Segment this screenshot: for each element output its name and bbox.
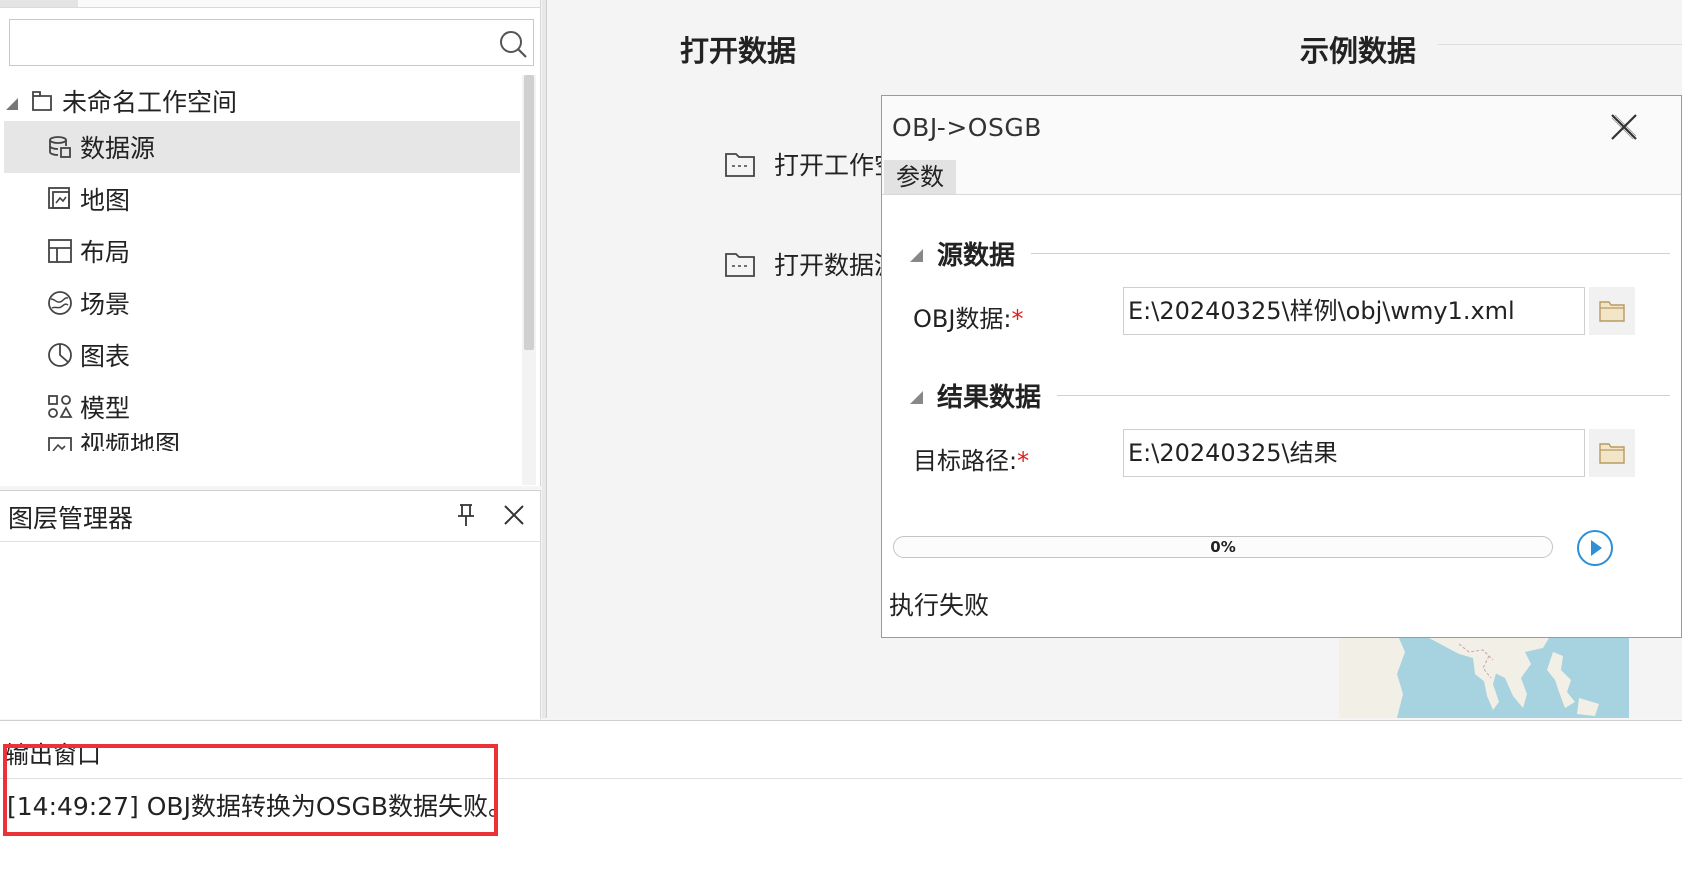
required-mark: * <box>1017 447 1030 475</box>
folder-icon <box>725 153 755 177</box>
tree-item-datasource[interactable]: 数据源 <box>4 121 520 173</box>
workspace-tab[interactable] <box>0 0 78 7</box>
map-icon <box>48 187 70 209</box>
panel-splitter[interactable] <box>542 0 547 718</box>
workspace-search-box <box>9 19 534 66</box>
progress-bar: 0% <box>893 536 1553 558</box>
sample-data-heading: 示例数据 <box>1300 34 1417 68</box>
expand-triangle-icon[interactable] <box>6 98 18 110</box>
open-datasource-link[interactable]: 打开数据源 <box>724 246 899 282</box>
model-icon <box>48 395 73 418</box>
dialog-titlebar[interactable]: OBJ->OSGB <box>882 96 1681 160</box>
tree-item-scene[interactable]: 场景 <box>4 277 520 329</box>
divider <box>0 541 540 542</box>
collapse-triangle-icon[interactable] <box>910 248 923 262</box>
tree-item-label: 地图 <box>80 186 131 215</box>
workspace-tab-strip <box>0 0 540 8</box>
folder-open-icon <box>1599 443 1625 464</box>
tree-root-workspace[interactable]: 未命名工作空间 <box>0 75 522 127</box>
close-icon[interactable] <box>502 503 526 527</box>
output-window-title: 输出窗口 <box>5 741 101 769</box>
target-path-input[interactable]: E:\20240325\结果 <box>1123 429 1585 477</box>
tree-item-video-map[interactable]: 视频地图 <box>4 433 520 451</box>
divider <box>1057 394 1670 396</box>
obj-data-label-text: OBJ数据: <box>913 305 1012 333</box>
tab-parameters[interactable]: 参数 <box>884 160 956 194</box>
pin-icon[interactable] <box>452 501 480 529</box>
collapse-triangle-icon[interactable] <box>910 390 923 404</box>
folder-icon <box>725 253 755 277</box>
folder-open-icon <box>1599 301 1625 322</box>
layer-manager-title: 图层管理器 <box>8 504 134 533</box>
layer-manager-panel: 图层管理器 <box>0 490 541 719</box>
layout-icon <box>48 239 72 263</box>
workspace-icon <box>32 91 52 111</box>
run-play-icon[interactable] <box>1576 529 1614 567</box>
tree-scrollbar-thumb[interactable] <box>524 75 534 350</box>
scene-icon <box>48 291 72 315</box>
tree-item-label: 图表 <box>80 342 131 371</box>
close-icon[interactable] <box>1609 112 1639 142</box>
target-path-label: 目标路径:* <box>913 441 1029 476</box>
target-path-label-text: 目标路径: <box>913 447 1018 475</box>
section-title: 源数据 <box>937 240 1016 271</box>
tree-item-label: 场景 <box>80 290 131 319</box>
tree-root-label: 未命名工作空间 <box>62 88 238 117</box>
chart-icon <box>48 343 72 367</box>
workspace-search-input[interactable] <box>16 28 500 58</box>
required-mark: * <box>1011 305 1024 333</box>
video-map-icon <box>48 437 72 451</box>
tree-item-model[interactable]: 模型 <box>4 381 520 433</box>
dialog-title: OBJ->OSGB <box>892 113 1042 142</box>
workspace-panel: 未命名工作空间 数据源 地图 布局 场景 图表 模型 视频地图 <box>0 0 541 486</box>
target-browse-button[interactable] <box>1589 429 1635 477</box>
tree-item-label: 视频地图 <box>80 433 181 451</box>
tree-item-label: 布局 <box>80 238 131 267</box>
obj-data-label: OBJ数据:* <box>913 299 1024 334</box>
tree-item-map[interactable]: 地图 <box>4 173 520 225</box>
tree-item-label: 模型 <box>80 394 131 423</box>
result-data-section[interactable]: 结果数据 <box>910 375 1670 415</box>
tree-item-chart[interactable]: 图表 <box>4 329 520 381</box>
sample-map-image <box>1339 638 1629 718</box>
tree-scrollbar[interactable] <box>522 75 536 485</box>
progress-text: 0% <box>1210 538 1236 556</box>
execution-status: 执行失败 <box>889 591 990 620</box>
obj-browse-button[interactable] <box>1589 287 1635 335</box>
obj-to-osgb-dialog: OBJ->OSGB 参数 源数据 OBJ数据:* E:\20240325\样例\… <box>881 95 1682 638</box>
tree-item-layout[interactable]: 布局 <box>4 225 520 277</box>
output-log-line[interactable]: [14:49:27] OBJ数据转换为OSGB数据失败。 <box>7 787 513 823</box>
search-icon[interactable] <box>497 28 529 60</box>
divider <box>1438 44 1682 45</box>
divider <box>0 778 1682 779</box>
divider <box>1031 252 1670 254</box>
obj-data-input[interactable]: E:\20240325\样例\obj\wmy1.xml <box>1123 287 1585 335</box>
source-data-section[interactable]: 源数据 <box>910 233 1670 273</box>
output-window: 输出窗口 [14:49:27] OBJ数据转换为OSGB数据失败。 <box>0 720 1682 877</box>
sample-map-thumbnail[interactable] <box>1339 638 1629 718</box>
tree-item-label: 数据源 <box>80 134 156 163</box>
dialog-tabbar: 参数 <box>882 160 1681 195</box>
section-title: 结果数据 <box>937 382 1042 413</box>
open-data-heading: 打开数据 <box>680 34 797 68</box>
datasource-icon <box>49 136 71 158</box>
